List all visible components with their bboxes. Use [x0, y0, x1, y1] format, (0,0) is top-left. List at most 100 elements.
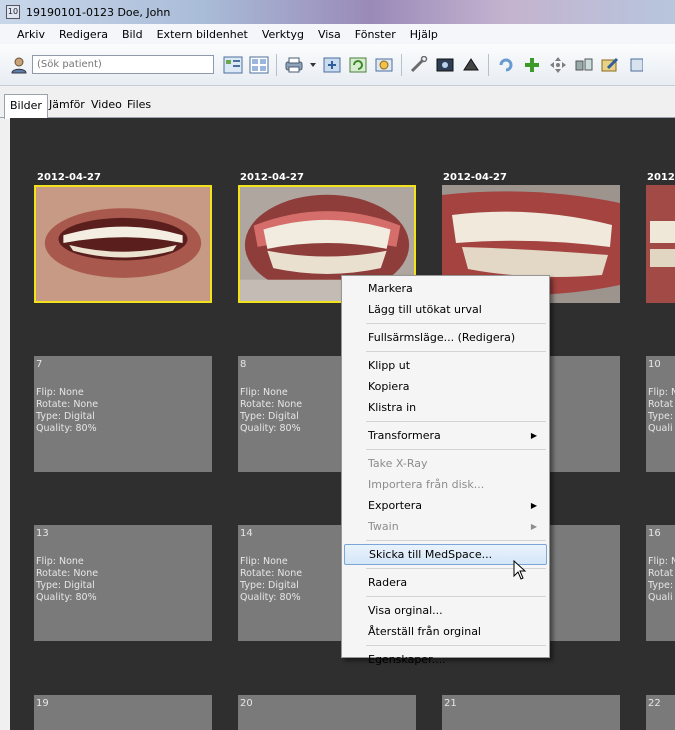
xray-icon[interactable] — [434, 54, 456, 76]
menu-item-exportera[interactable]: Exportera ▶ — [344, 495, 547, 516]
menu-item-importera: Importera från disk... — [368, 478, 485, 491]
menu-item-aterstall-orginal[interactable]: Återställ från orginal — [344, 621, 547, 642]
menu-item-fullskarmslage[interactable]: Fullsärmsläge... (Redigera) — [344, 327, 547, 348]
context-menu: Markera Lägg till utökat urval Fullsärms… — [341, 275, 550, 666]
image-card-21[interactable]: 21 — [442, 695, 620, 730]
menu-item-lagg-till-urval[interactable]: Lägg till utökat urval — [344, 299, 547, 320]
menu-bild[interactable]: Bild — [115, 28, 150, 41]
card-info: Flip: None Rotate: None Type: Digital Qu… — [36, 556, 99, 603]
card-info: Flip: N Rotat Type: Quali — [648, 387, 675, 434]
patient-list-icon[interactable] — [222, 54, 244, 76]
title-bar: 10 19190101-0123 Doe, John — [0, 0, 675, 24]
mouse-cursor-icon — [513, 560, 527, 580]
card-number: 16 — [648, 528, 661, 539]
image-card-10[interactable]: 10 Flip: N Rotat Type: Quali — [646, 356, 675, 472]
tab-jamfor[interactable]: Jämför — [44, 94, 90, 118]
card-number: 7 — [36, 359, 43, 370]
edit-icon[interactable] — [599, 54, 621, 76]
card-number: 13 — [36, 528, 49, 539]
menu-visa[interactable]: Visa — [311, 28, 348, 41]
image-date: 2012-04-27 — [443, 172, 507, 183]
menu-item-kopiera[interactable]: Kopiera — [344, 376, 547, 397]
refresh-icon[interactable] — [347, 54, 369, 76]
image-card-7[interactable]: 7 Flip: None Rotate: None Type: Digital … — [34, 356, 212, 472]
toolbar — [0, 44, 675, 86]
card-info: Flip: None Rotate: None Type: Digital Qu… — [240, 387, 303, 434]
image-card-19[interactable]: 19 — [34, 695, 212, 730]
camera-roll-icon[interactable] — [373, 54, 395, 76]
import-icon[interactable] — [321, 54, 343, 76]
grid-view-icon[interactable] — [248, 54, 270, 76]
menu-separator — [366, 421, 546, 422]
image-date: 2012-04-27 — [37, 172, 101, 183]
menu-separator — [366, 351, 546, 352]
card-number: 21 — [444, 698, 457, 709]
menu-item-visa-orginal[interactable]: Visa orginal... — [344, 600, 547, 621]
print-icon[interactable] — [283, 54, 305, 76]
menu-item-twain: Twain ▶ — [344, 516, 547, 537]
toolbar-separator — [276, 53, 277, 76]
menu-extern-bildenhet[interactable]: Extern bildenhet — [150, 28, 255, 41]
image-card-16[interactable]: 16 Flip: N Rotat Type: Quali — [646, 525, 675, 641]
card-number: 8 — [240, 359, 247, 370]
view-tabs: Bilder Jämför Video Files — [0, 86, 675, 119]
move-icon[interactable] — [547, 54, 569, 76]
tool-icon[interactable] — [408, 54, 430, 76]
menu-item-klipp-ut[interactable]: Klipp ut — [344, 355, 547, 376]
patient-search[interactable] — [32, 55, 214, 74]
rotate-icon[interactable] — [495, 54, 517, 76]
menu-hjalp[interactable]: Hjälp — [403, 28, 445, 41]
menu-separator — [366, 540, 546, 541]
patient-search-input[interactable] — [37, 59, 197, 70]
menu-item-klistra-in[interactable]: Klistra in — [344, 397, 547, 418]
menu-item-label: Exportera — [368, 499, 423, 512]
card-number: 19 — [36, 698, 49, 709]
patient-icon[interactable] — [10, 56, 28, 74]
toolbar-separator — [401, 53, 402, 76]
menu-item-label: Twain — [368, 520, 399, 533]
menu-separator — [366, 449, 546, 450]
app-icon[interactable]: 10 — [6, 5, 20, 19]
submenu-arrow-icon: ▶ — [530, 501, 537, 510]
print-dropdown-icon[interactable] — [309, 54, 317, 76]
smile-photo — [36, 187, 210, 301]
more-icon[interactable] — [625, 54, 647, 76]
photo-thumbnail-4[interactable] — [646, 185, 675, 303]
menu-arkiv[interactable]: Arkiv — [10, 28, 52, 41]
add-icon[interactable] — [521, 54, 543, 76]
image-date: 2012- — [647, 172, 675, 183]
menu-item-egenskaper[interactable]: Egenskaper.... — [344, 649, 547, 670]
compare-icon[interactable] — [573, 54, 595, 76]
image-date: 2012-04-27 — [240, 172, 304, 183]
photo-thumbnail-1[interactable] — [34, 185, 212, 303]
menu-verktyg[interactable]: Verktyg — [255, 28, 311, 41]
window-title: 19190101-0123 Doe, John — [26, 5, 171, 19]
image-card-22[interactable]: 22 — [646, 695, 675, 730]
card-info: Flip: None Rotate: None Type: Digital Qu… — [240, 556, 303, 603]
menu-separator — [366, 645, 546, 646]
image-card-13[interactable]: 13 Flip: None Rotate: None Type: Digital… — [34, 525, 212, 641]
menu-separator — [366, 323, 546, 324]
submenu-arrow-icon: ▶ — [530, 522, 537, 531]
card-number: 20 — [240, 698, 253, 709]
card-info: Flip: None Rotate: None Type: Digital Qu… — [36, 387, 99, 434]
card-number: 10 — [648, 359, 661, 370]
tab-files[interactable]: Files — [122, 94, 156, 118]
menu-fonster[interactable]: Fönster — [348, 28, 403, 41]
menu-separator — [366, 596, 546, 597]
card-number: 22 — [648, 698, 661, 709]
submenu-arrow-icon: ▶ — [530, 431, 537, 440]
menu-item-transformera[interactable]: Transformera ▶ — [344, 425, 547, 446]
teeth-photo — [646, 185, 675, 303]
menu-item-take-xray: Take X-Ray — [368, 457, 428, 470]
image-card-20[interactable]: 20 — [238, 695, 416, 730]
tab-bilder[interactable]: Bilder — [4, 94, 48, 119]
toolbar-separator — [488, 53, 489, 76]
card-info: Flip: N Rotat Type: Quali — [648, 556, 675, 603]
menu-item-markera[interactable]: Markera — [344, 278, 547, 299]
device-icon[interactable] — [460, 54, 482, 76]
card-number: 14 — [240, 528, 253, 539]
tab-video[interactable]: Video — [86, 94, 127, 118]
menu-item-label: Transformera — [368, 429, 441, 442]
menu-redigera[interactable]: Redigera — [52, 28, 115, 41]
